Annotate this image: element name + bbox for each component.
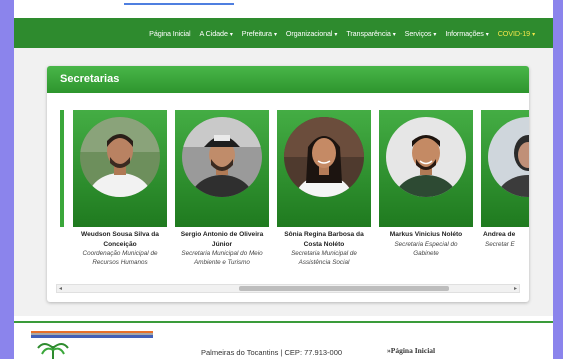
nav-label: Página Inicial bbox=[149, 28, 191, 38]
person-photo-icon bbox=[488, 117, 529, 197]
footer-divider bbox=[14, 321, 553, 323]
person-photo-icon bbox=[182, 117, 262, 197]
person-photo-icon bbox=[386, 117, 466, 197]
person-name: Sergio Antonio de Oliveira Júnior bbox=[180, 231, 264, 248]
chevron-down-icon: ▾ bbox=[229, 31, 233, 38]
person-name: Markus Vinicius Noléto bbox=[389, 231, 463, 238]
person-card[interactable]: Andrea de Secretar E bbox=[481, 110, 529, 283]
person-photo-icon bbox=[284, 117, 364, 197]
chevron-down-icon: ▾ bbox=[485, 31, 489, 38]
nav-label: Organizacional bbox=[285, 28, 333, 38]
nav-label: A Cidade bbox=[199, 28, 228, 38]
main-navbar: Página Inicial A Cidade ▾ Prefeitura ▾ Org… bbox=[14, 18, 553, 48]
person-card[interactable]: Sônia Regina Barbosa da Costa Noléto Sec… bbox=[277, 110, 371, 283]
photo-frame bbox=[379, 110, 473, 227]
person-role: Secretaria Municipal de Assistência Soci… bbox=[291, 250, 357, 266]
nav-label: Serviços bbox=[404, 28, 432, 38]
photo-frame bbox=[481, 110, 529, 227]
photo-frame bbox=[73, 110, 167, 227]
right-frame-border bbox=[553, 0, 563, 359]
top-accent-line bbox=[124, 3, 234, 5]
palm-logo-icon bbox=[37, 343, 69, 359]
nav-item-prefeitura[interactable]: Prefeitura ▾ bbox=[242, 29, 277, 38]
carousel-scrollbar[interactable]: ◂ ▸ bbox=[56, 284, 520, 293]
chevron-down-icon: ▾ bbox=[392, 31, 396, 38]
person-role: Secretaria Especial do Gabinete bbox=[394, 240, 458, 257]
person-name: Sônia Regina Barbosa da Costa Noléto bbox=[284, 231, 364, 248]
nav-label: Prefeitura bbox=[241, 28, 272, 38]
nav-item-informacoes[interactable]: Informações ▾ bbox=[445, 29, 488, 38]
flag-stripes bbox=[31, 331, 153, 338]
nav-item-transparencia[interactable]: Transparência ▾ bbox=[346, 29, 395, 38]
photo-frame bbox=[175, 110, 269, 227]
nav-label: COVID-19 bbox=[497, 28, 531, 38]
person-name: Andrea de bbox=[483, 231, 516, 238]
chevron-down-icon: ▾ bbox=[273, 31, 277, 38]
footer-address: Palmeiras do Tocantins | CEP: 77.913-000 bbox=[201, 348, 343, 357]
scroll-right-icon[interactable]: ▸ bbox=[514, 285, 517, 293]
nav-item-a-cidade[interactable]: A Cidade ▾ bbox=[199, 29, 232, 38]
nav-label: Transparência bbox=[346, 28, 391, 38]
person-card[interactable]: Sergio Antonio de Oliveira Júnior Secret… bbox=[175, 110, 269, 283]
photo-frame bbox=[277, 110, 371, 227]
nav-label: Informações bbox=[445, 28, 484, 38]
nav-item-pagina-inicial[interactable]: Página Inicial bbox=[149, 29, 190, 38]
person-photo-icon bbox=[80, 117, 160, 197]
scroll-left-icon[interactable]: ◂ bbox=[59, 285, 62, 293]
section-title: Secretarias bbox=[47, 66, 529, 93]
secretarias-card: Secretarias Weudson Sousa Silva da Conce… bbox=[47, 66, 529, 302]
secretarias-carousel: Weudson Sousa Silva da Conceição Coorden… bbox=[47, 93, 529, 283]
person-card[interactable]: Weudson Sousa Silva da Conceição Coorden… bbox=[73, 110, 167, 283]
scrollbar-thumb[interactable] bbox=[239, 286, 449, 291]
person-role: Secretar E bbox=[485, 240, 515, 248]
person-name: Weudson Sousa Silva da Conceição bbox=[81, 231, 159, 248]
nav-item-organizacional[interactable]: Organizacional ▾ bbox=[285, 28, 338, 38]
previous-card-edge bbox=[60, 110, 64, 227]
left-frame-border bbox=[0, 0, 14, 359]
chevron-down-icon: ▾ bbox=[334, 31, 338, 38]
person-role: Coordenação Municipal de Recursos Humano… bbox=[82, 250, 158, 266]
nav-item-servicos[interactable]: Serviços ▾ bbox=[405, 29, 437, 38]
nav-item-covid-19[interactable]: COVID-19 ▾ bbox=[498, 29, 535, 38]
page-footer: Palmeiras do Tocantins | CEP: 77.913-000… bbox=[14, 316, 553, 359]
chevron-down-icon: ▾ bbox=[433, 31, 437, 38]
top-strip bbox=[14, 0, 553, 18]
chevron-down-icon: ▾ bbox=[532, 31, 535, 38]
person-card[interactable]: Markus Vinicius Noléto Secretaria Especi… bbox=[379, 110, 473, 283]
footer-home-link[interactable]: »Página Inicial bbox=[387, 346, 435, 355]
person-role: Secretaria Municipal do Meio Ambiente e … bbox=[181, 250, 263, 266]
